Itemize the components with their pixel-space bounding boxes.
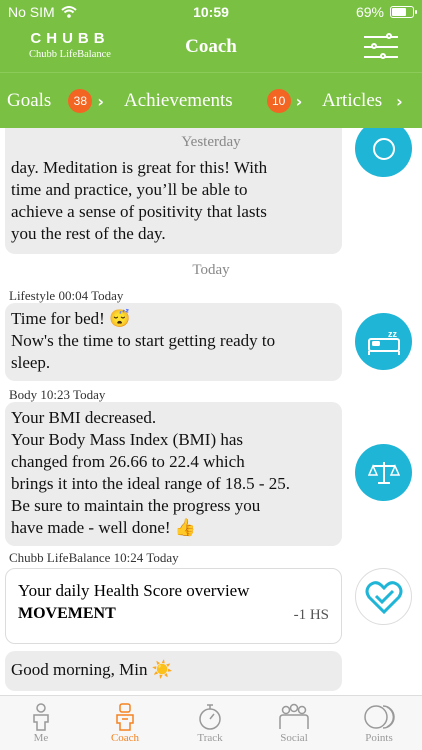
menu-knob [380, 53, 386, 59]
tab-articles[interactable]: Articles › [322, 73, 403, 129]
filter-menu-button[interactable] [364, 32, 398, 62]
body-avatar [355, 444, 412, 501]
chevron-right-icon: › [97, 91, 104, 111]
coach-message-feed[interactable]: day. Meditation is great for this! With … [0, 128, 422, 695]
card-title: Your daily Health Score overview [18, 581, 250, 600]
tab-label: Achievements [124, 90, 233, 111]
message-meta: Lifestyle 00:04 Today [9, 288, 124, 303]
bed-icon: zz [367, 329, 400, 355]
health-score-card[interactable]: Your daily Health Score overview MOVEMEN… [5, 568, 342, 644]
menu-bar [364, 36, 398, 38]
nav-label: Me [33, 732, 49, 744]
message-line: sleep. [11, 353, 51, 372]
nav-label: Coach [110, 732, 140, 744]
coach-icon [116, 703, 134, 731]
nav-label: Points [365, 732, 393, 744]
message-meta: Chubb LifeBalance 10:24 Today [9, 550, 179, 565]
battery-percent: 69% [355, 4, 384, 20]
message-line: Be sure to maintain the progress you [11, 496, 261, 515]
message-bubble: Your BMI decreased. Your Body Mass Index… [5, 402, 342, 546]
card-score-change: -1 HS [293, 607, 329, 623]
date-divider-today: Today [192, 262, 230, 278]
message-line: time and practice, you’ll be able to [11, 180, 248, 199]
message-line: brings it into the ideal range of 18.5 -… [11, 474, 291, 493]
group-icon [279, 703, 309, 729]
message-line: achieve a sense of positivity that lasts [11, 202, 267, 221]
health-score-avatar [355, 568, 412, 625]
meditation-avatar [355, 128, 412, 177]
message-text: Good morning, Min ☀️ [11, 660, 173, 679]
message-line: Your BMI decreased. [11, 408, 157, 427]
achievements-count-badge: 10 [266, 89, 291, 113]
status-bar: No SIM 10:59 69% [0, 0, 422, 24]
card-category: MOVEMENT [18, 605, 116, 622]
battery-fill [392, 8, 406, 16]
bottom-tab-bar: Me Coach Track Social Points [0, 695, 422, 750]
nav-track[interactable]: Track [175, 702, 245, 744]
tab-label: Goals [7, 90, 52, 111]
battery-status: 69% [355, 4, 417, 20]
tab-achievements[interactable]: Achievements 10 › [124, 73, 302, 129]
meditation-icon [372, 137, 395, 160]
message-meta: Body 10:23 Today [9, 387, 106, 402]
svg-text:zz: zz [388, 329, 398, 339]
page-title: Coach [185, 36, 237, 57]
message-bubble: Good morning, Min ☀️ [5, 651, 342, 691]
chevron-right-icon: › [295, 91, 303, 111]
nav-points[interactable]: Points [344, 702, 414, 744]
points-icon [364, 705, 395, 729]
menu-knob [371, 43, 377, 49]
message-line: you the rest of the day. [11, 224, 166, 243]
goals-count-badge: 38 [68, 89, 93, 113]
message-line: changed from 26.66 to 22.4 which [11, 452, 245, 471]
message-line: have made - well done! 👍 [11, 518, 196, 537]
message-line: Your Body Mass Index (BMI) has [11, 430, 244, 449]
section-tabs: Goals 38 › Achievements 10 › Articles › [0, 72, 422, 128]
nav-label: Track [197, 732, 223, 744]
menu-knob [386, 33, 392, 39]
battery-icon [390, 6, 417, 18]
message-line: Now's the time to start getting ready to [11, 331, 276, 350]
chevron-right-icon: › [396, 91, 403, 111]
person-icon [33, 703, 49, 731]
nav-me[interactable]: Me [6, 702, 76, 744]
nav-social[interactable]: Social [259, 702, 329, 744]
nav-label: Social [280, 732, 308, 744]
stopwatch-icon [199, 704, 221, 730]
heart-check-icon [365, 580, 402, 614]
message-line: day. Meditation is great for this! With [11, 158, 268, 177]
scale-icon [367, 461, 400, 484]
message-line: Time for bed! 😴 [11, 309, 131, 328]
nav-coach[interactable]: Coach [90, 702, 160, 744]
tab-label: Articles [322, 90, 383, 111]
tab-goals[interactable]: Goals 38 › [7, 73, 104, 129]
message-bubble: Time for bed! 😴 Now's the time to start … [5, 303, 342, 381]
app-header: CHUBB Chubb LifeBalance Coach [0, 24, 422, 72]
menu-bar [364, 46, 398, 48]
sleep-avatar: zz [355, 313, 412, 370]
